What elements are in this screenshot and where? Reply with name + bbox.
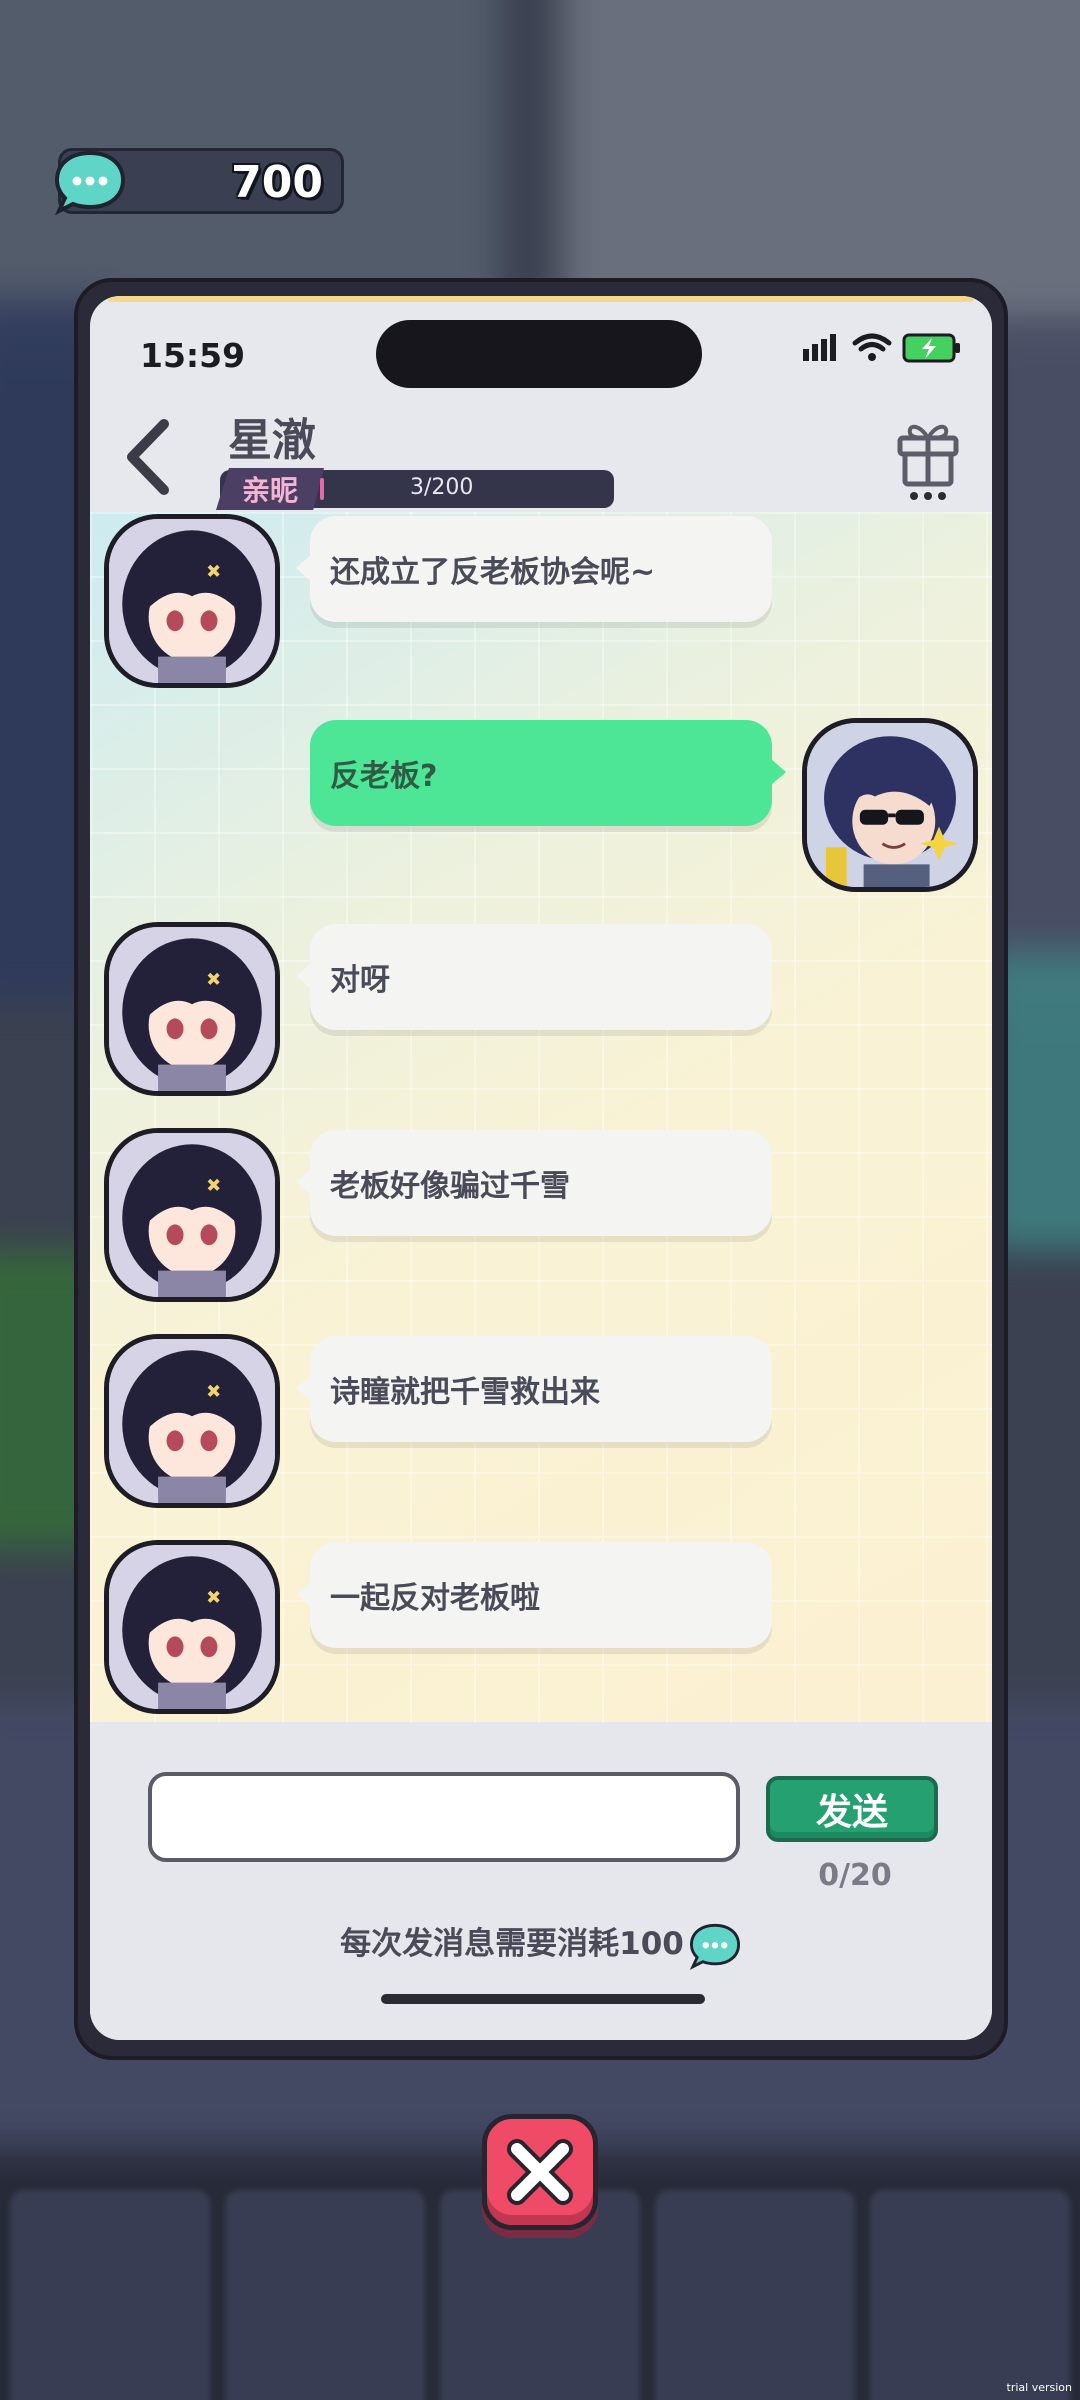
intimacy-progress-fill bbox=[320, 478, 324, 500]
message-bubble: 老板好像骗过千雪 bbox=[296, 1130, 772, 1236]
char-count: 0/20 bbox=[818, 1858, 892, 1893]
phone-frame: 15:59 星澈 亲昵 3/200 还成立了反老板协会呢~ 反老板? 对呀 老板… bbox=[74, 278, 1008, 2060]
home-indicator bbox=[381, 1994, 705, 2004]
message-list[interactable]: 还成立了反老板协会呢~ 反老板? 对呀 老板好像骗过千雪 诗瞳就把千雪救出来 一… bbox=[90, 512, 992, 1722]
send-button[interactable]: 发送 bbox=[766, 1776, 938, 1842]
battery-charging-icon bbox=[902, 333, 960, 363]
message-input[interactable] bbox=[148, 1772, 740, 1862]
gift-button[interactable] bbox=[892, 408, 964, 504]
contact-avatar[interactable] bbox=[104, 1128, 280, 1302]
contact-avatar[interactable] bbox=[104, 922, 280, 1096]
dynamic-island bbox=[376, 320, 702, 388]
contact-avatar[interactable] bbox=[104, 514, 280, 688]
message-bubble: 对呀 bbox=[296, 924, 772, 1030]
contact-avatar[interactable] bbox=[104, 1540, 280, 1714]
message-row: 诗瞳就把千雪救出来 bbox=[90, 1334, 992, 1514]
intimacy-value: 3/200 bbox=[410, 475, 474, 500]
player-message-bubble: 反老板? bbox=[310, 720, 786, 826]
back-button[interactable] bbox=[118, 412, 178, 502]
close-icon bbox=[507, 2139, 573, 2205]
message-composer: 发送 0/20 每次发消息需要消耗100 bbox=[90, 1722, 992, 2040]
message-row: 一起反对老板啦 bbox=[90, 1540, 992, 1720]
contact-name: 星澈 bbox=[228, 415, 316, 466]
chat-bubble-coin-icon bbox=[689, 1923, 740, 1970]
chat-header: 星澈 亲昵 3/200 bbox=[90, 396, 992, 512]
close-button[interactable] bbox=[482, 2114, 598, 2230]
phone-screen: 15:59 星澈 亲昵 3/200 还成立了反老板协会呢~ 反老板? 对呀 老板… bbox=[90, 296, 992, 2040]
intimacy-bar: 亲昵 3/200 bbox=[216, 468, 614, 510]
currency-counter: 700 bbox=[54, 148, 344, 216]
cost-note-text: 每次发消息需要消耗100 bbox=[340, 1926, 684, 1962]
currency-amount: 700 bbox=[231, 157, 323, 208]
message-row: 对呀 bbox=[90, 922, 992, 1102]
message-bubble: 诗瞳就把千雪救出来 bbox=[296, 1336, 772, 1442]
player-avatar[interactable] bbox=[802, 718, 978, 892]
message-bubble: 还成立了反老板协会呢~ bbox=[296, 516, 772, 622]
wifi-icon bbox=[852, 333, 892, 361]
watermark: trial version bbox=[1006, 2381, 1072, 2394]
message-row: 还成立了反老板协会呢~ bbox=[90, 514, 992, 694]
message-row: 老板好像骗过千雪 bbox=[90, 1128, 992, 1308]
intimacy-label: 亲昵 bbox=[216, 468, 324, 510]
contact-avatar[interactable] bbox=[104, 1334, 280, 1508]
message-bubble: 一起反对老板啦 bbox=[296, 1542, 772, 1648]
gift-icon bbox=[897, 424, 959, 487]
signal-icon bbox=[803, 334, 836, 361]
chat-bubble-coin-icon bbox=[54, 150, 126, 216]
status-time: 15:59 bbox=[140, 336, 246, 375]
message-row: 反老板? bbox=[90, 718, 992, 898]
cost-note: 每次发消息需要消耗100 bbox=[90, 1918, 992, 1971]
